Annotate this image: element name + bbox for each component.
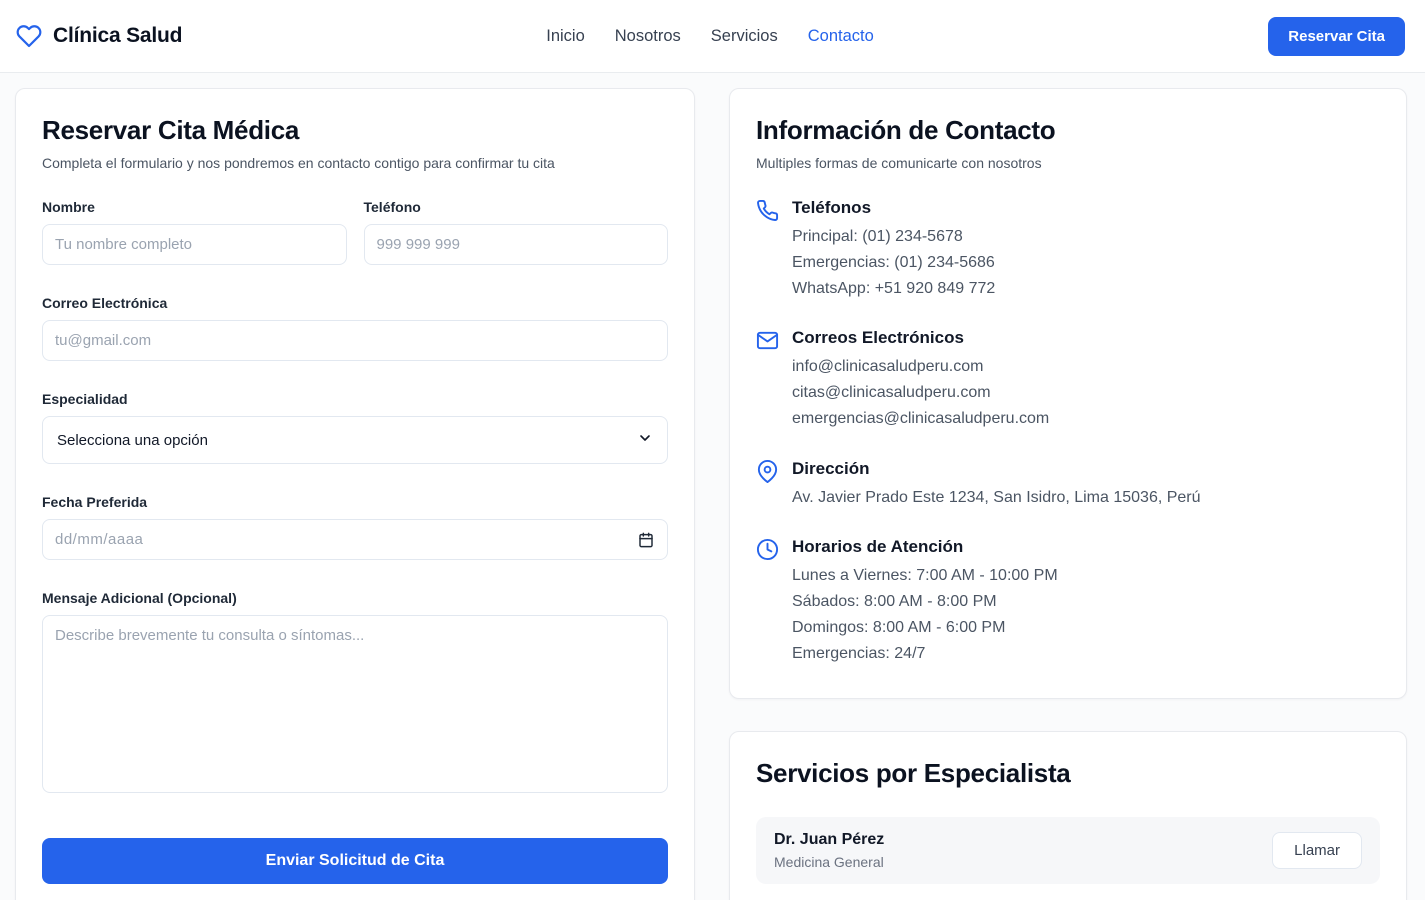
phone-icon xyxy=(756,199,779,301)
booking-form-title: Reservar Cita Médica xyxy=(42,115,668,146)
phone-whatsapp: WhatsApp: +51 920 849 772 xyxy=(792,276,995,302)
mensaje-textarea[interactable] xyxy=(42,615,668,793)
especialidad-selected-value: Selecciona una opción xyxy=(57,432,208,449)
chevron-down-icon xyxy=(637,430,653,450)
field-nombre: Nombre xyxy=(42,199,347,265)
telefono-input[interactable] xyxy=(364,224,669,265)
contact-info-subtitle: Multiples formas de comunicarte con noso… xyxy=(756,155,1380,171)
specialists-list: Dr. Juan Pérez Medicina General Llamar xyxy=(756,817,1380,900)
field-fecha: Fecha Preferida xyxy=(42,494,668,560)
hours-weekdays: Lunes a Viernes: 7:00 AM - 10:00 PM xyxy=(792,563,1058,589)
correo-input[interactable] xyxy=(42,320,668,361)
phone-emergencias: Emergencias: (01) 234-5686 xyxy=(792,250,995,276)
booking-form-subtitle: Completa el formulario y nos pondremos e… xyxy=(42,155,668,171)
clock-icon xyxy=(756,538,779,666)
booking-form: Nombre Teléfono Correo Electrónica Espec… xyxy=(42,199,668,884)
phone-principal: Principal: (01) 234-5678 xyxy=(792,224,995,250)
specialists-title: Servicios por Especialista xyxy=(756,758,1380,789)
field-mensaje: Mensaje Adicional (Opcional) xyxy=(42,590,668,798)
contact-info-title: Información de Contacto xyxy=(756,115,1380,146)
specialists-card: Servicios por Especialista Dr. Juan Pére… xyxy=(729,731,1407,900)
fecha-input[interactable] xyxy=(42,519,668,560)
contact-section-horarios: Horarios de Atención Lunes a Viernes: 7:… xyxy=(756,537,1380,666)
map-pin-icon xyxy=(756,460,779,511)
direccion-title: Dirección xyxy=(792,459,1201,479)
reservar-cita-button[interactable]: Reservar Cita xyxy=(1268,17,1405,56)
main-nav: Inicio Nosotros Servicios Contacto xyxy=(546,27,874,46)
hours-saturday: Sábados: 8:00 AM - 8:00 PM xyxy=(792,589,1058,615)
contact-section-direccion: Dirección Av. Javier Prado Este 1234, Sa… xyxy=(756,459,1380,511)
nombre-label: Nombre xyxy=(42,199,347,215)
booking-form-card: Reservar Cita Médica Completa el formula… xyxy=(15,88,695,900)
specialist-row: Dr. Juan Pérez Medicina General Llamar xyxy=(756,817,1380,884)
telefono-label: Teléfono xyxy=(364,199,669,215)
nav-link-nosotros[interactable]: Nosotros xyxy=(615,27,681,46)
horarios-title: Horarios de Atención xyxy=(792,537,1058,557)
especialidad-select[interactable]: Selecciona una opción xyxy=(42,416,668,464)
nav-link-inicio[interactable]: Inicio xyxy=(546,27,585,46)
email-info: info@clinicasaludperu.com xyxy=(792,354,1049,380)
email-citas: citas@clinicasaludperu.com xyxy=(792,380,1049,406)
llamar-button[interactable]: Llamar xyxy=(1272,832,1362,869)
especialidad-label: Especialidad xyxy=(42,391,668,407)
main-content: Reservar Cita Médica Completa el formula… xyxy=(0,73,1425,900)
heart-logo-icon xyxy=(15,23,43,49)
contact-section-correos: Correos Electrónicos info@clinicasaludpe… xyxy=(756,328,1380,431)
telefonos-title: Teléfonos xyxy=(792,198,995,218)
specialist-specialty: Medicina General xyxy=(774,854,884,870)
correos-title: Correos Electrónicos xyxy=(792,328,1049,348)
address-line: Av. Javier Prado Este 1234, San Isidro, … xyxy=(792,485,1201,511)
hours-emergency: Emergencias: 24/7 xyxy=(792,641,1058,667)
brand-name: Clínica Salud xyxy=(53,24,182,48)
mail-icon xyxy=(756,329,779,431)
email-emergencias: emergencias@clinicasaludperu.com xyxy=(792,406,1049,432)
contact-section-telefonos: Teléfonos Principal: (01) 234-5678 Emerg… xyxy=(756,198,1380,301)
field-telefono: Teléfono xyxy=(364,199,669,265)
nav-link-servicios[interactable]: Servicios xyxy=(711,27,778,46)
nav-link-contacto[interactable]: Contacto xyxy=(808,27,874,46)
nombre-input[interactable] xyxy=(42,224,347,265)
hours-sunday: Domingos: 8:00 AM - 6:00 PM xyxy=(792,615,1058,641)
specialist-name: Dr. Juan Pérez xyxy=(774,831,884,849)
enviar-solicitud-button[interactable]: Enviar Solicitud de Cita xyxy=(42,838,668,884)
mensaje-label: Mensaje Adicional (Opcional) xyxy=(42,590,668,606)
top-navbar: Clínica Salud Inicio Nosotros Servicios … xyxy=(0,0,1425,73)
contact-info-card: Información de Contacto Multiples formas… xyxy=(729,88,1407,699)
fecha-label: Fecha Preferida xyxy=(42,494,668,510)
field-especialidad: Especialidad Selecciona una opción xyxy=(42,391,668,464)
field-correo: Correo Electrónica xyxy=(42,295,668,361)
correo-label: Correo Electrónica xyxy=(42,295,668,311)
brand[interactable]: Clínica Salud xyxy=(15,23,546,49)
